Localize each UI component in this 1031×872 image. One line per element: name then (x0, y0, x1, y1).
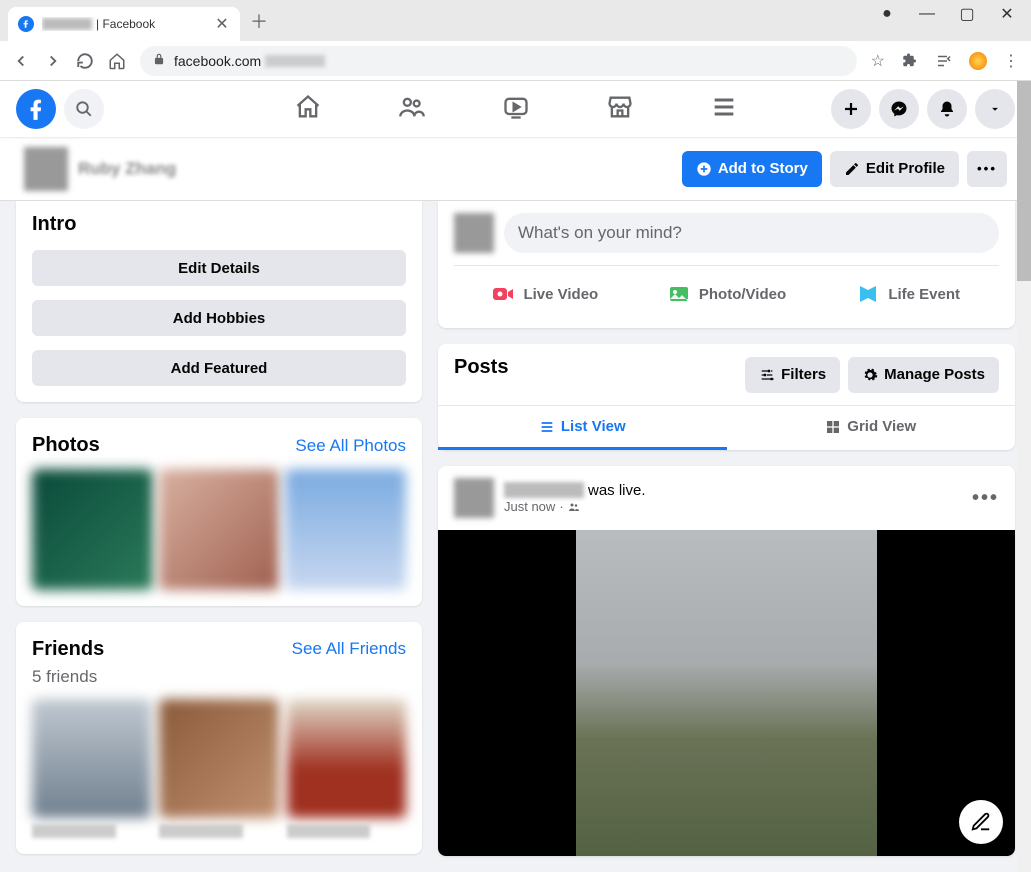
photos-card: Photos See All Photos (16, 418, 422, 606)
scrollbar-thumb[interactable] (1017, 81, 1031, 281)
post-card: was live. Just now · ••• (438, 466, 1015, 856)
edit-details-button[interactable]: Edit Details (32, 250, 406, 286)
account-icon[interactable]: ● (881, 8, 893, 20)
profile-avatar[interactable] (24, 147, 68, 191)
photo-thumbnail[interactable] (159, 469, 280, 590)
tab-close-icon[interactable]: ✕ (214, 16, 230, 32)
friends-card: Friends See All Friends 5 friends (16, 622, 422, 854)
filters-button[interactable]: Filters (745, 357, 840, 393)
search-button[interactable] (64, 89, 104, 129)
facebook-favicon (18, 16, 34, 32)
composer-avatar[interactable] (454, 213, 494, 253)
reload-button[interactable] (76, 52, 94, 70)
nav-home-icon[interactable] (286, 85, 330, 134)
reading-list-icon[interactable] (935, 52, 953, 70)
list-view-tab[interactable]: List View (438, 406, 727, 450)
browser-toolbar: facebook.com ☆ ⋮ (0, 41, 1031, 81)
friends-heading: Friends (32, 638, 104, 661)
back-button[interactable] (12, 52, 30, 70)
filters-icon (759, 367, 775, 383)
photo-thumbnail[interactable] (32, 469, 153, 590)
friend-item[interactable] (287, 699, 406, 838)
create-button[interactable] (831, 89, 871, 129)
add-featured-button[interactable]: Add Featured (32, 350, 406, 386)
posts-header-card: Posts Filters Manage Posts List View (438, 344, 1015, 450)
browser-tab[interactable]: | Facebook ✕ (8, 7, 240, 41)
notifications-button[interactable] (927, 89, 967, 129)
nav-marketplace-icon[interactable] (598, 85, 642, 134)
audience-friends-icon (568, 501, 580, 513)
new-tab-button[interactable]: ＋ (250, 8, 268, 34)
edit-profile-button[interactable]: Edit Profile (830, 151, 959, 187)
intro-heading: Intro (32, 213, 406, 236)
composer-input[interactable]: What's on your mind? (504, 213, 999, 253)
nav-menu-icon[interactable] (702, 85, 746, 134)
url-text: facebook.com (174, 53, 261, 69)
extensions-icon[interactable] (901, 52, 919, 70)
grid-view-tab[interactable]: Grid View (727, 406, 1016, 450)
facebook-logo[interactable] (16, 89, 56, 129)
life-event-button[interactable]: Life Event (817, 276, 999, 312)
minimize-icon[interactable]: — (921, 8, 933, 20)
facebook-top-nav (0, 81, 1031, 137)
nav-watch-icon[interactable] (494, 85, 538, 134)
post-activity: was live. (588, 482, 646, 499)
profile-content: Intro Edit Details Add Hobbies Add Featu… (0, 201, 1031, 872)
manage-posts-button[interactable]: Manage Posts (848, 357, 999, 393)
photos-heading: Photos (32, 434, 100, 457)
list-icon (539, 419, 555, 435)
composer-card: What's on your mind? Live Video Photo/Vi… (438, 201, 1015, 328)
photo-video-icon (667, 282, 691, 306)
account-dropdown[interactable] (975, 89, 1015, 129)
nav-friends-icon[interactable] (390, 85, 434, 134)
photo-thumbnail[interactable] (285, 469, 406, 590)
post-menu-button[interactable]: ••• (972, 487, 999, 510)
compose-fab[interactable] (959, 800, 1003, 844)
friends-count: 5 friends (32, 667, 406, 687)
plus-circle-icon (696, 161, 712, 177)
friend-item[interactable] (32, 699, 151, 838)
browser-menu-icon[interactable]: ⋮ (1003, 51, 1019, 71)
home-button[interactable] (108, 52, 126, 70)
live-video-icon (491, 282, 515, 306)
life-event-icon (856, 282, 880, 306)
intro-card: Intro Edit Details Add Hobbies Add Featu… (16, 201, 422, 402)
close-window-icon[interactable]: ✕ (1001, 8, 1013, 20)
add-to-story-button[interactable]: Add to Story (682, 151, 822, 187)
photo-video-button[interactable]: Photo/Video (636, 276, 818, 312)
url-field[interactable]: facebook.com (140, 46, 857, 76)
add-hobbies-button[interactable]: Add Hobbies (32, 300, 406, 336)
extension-badge-icon[interactable] (969, 52, 987, 70)
pencil-icon (844, 161, 860, 177)
compose-icon (970, 811, 992, 833)
see-all-photos-link[interactable]: See All Photos (295, 436, 406, 456)
tab-title: | Facebook (42, 17, 206, 31)
window-controls: ● — ▢ ✕ (863, 0, 1031, 28)
forward-button[interactable] (44, 52, 62, 70)
live-video-button[interactable]: Live Video (454, 276, 636, 312)
post-timestamp: Just now (504, 499, 555, 514)
profile-name: Ruby Zhang (78, 159, 176, 179)
profile-more-button[interactable]: ••• (967, 151, 1007, 187)
post-author-avatar[interactable] (454, 478, 494, 518)
posts-heading: Posts (454, 356, 508, 379)
bookmark-star-icon[interactable]: ☆ (871, 51, 885, 71)
post-media[interactable] (438, 530, 1015, 856)
maximize-icon[interactable]: ▢ (961, 8, 973, 20)
lock-icon (152, 52, 166, 69)
scrollbar[interactable] (1017, 81, 1031, 872)
gear-icon (862, 367, 878, 383)
grid-icon (825, 419, 841, 435)
post-author-name[interactable] (504, 482, 584, 498)
friend-item[interactable] (159, 699, 278, 838)
profile-bar: Ruby Zhang Add to Story Edit Profile ••• (0, 137, 1031, 201)
see-all-friends-link[interactable]: See All Friends (292, 639, 406, 659)
browser-tab-strip: | Facebook ✕ ＋ ● — ▢ ✕ (0, 0, 1031, 41)
messenger-button[interactable] (879, 89, 919, 129)
